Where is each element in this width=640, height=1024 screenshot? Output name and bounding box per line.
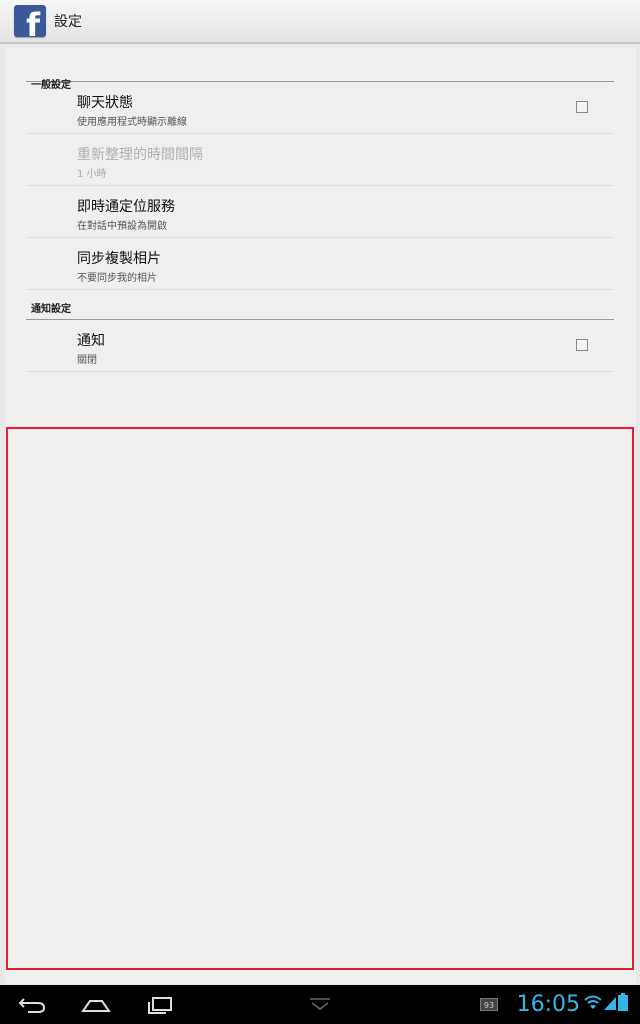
pref-title: 聊天狀態 [77, 95, 133, 111]
chat-status-checkbox[interactable] [576, 101, 588, 113]
pref-summary: 關閉 [77, 355, 97, 366]
pref-title: 通知 [77, 333, 105, 349]
pref-notifications[interactable]: 通知 關閉 [26, 320, 614, 372]
pref-title: 同步複製相片 [77, 251, 161, 267]
category-general: 一般設定 [26, 48, 614, 91]
pref-title: 重新整理的時間間隔 [77, 147, 203, 163]
pref-photo-sync[interactable]: 同步複製相片 不要同步我的相片 [26, 238, 614, 290]
pref-summary: 使用應用程式時顯示離線 [77, 117, 187, 128]
pref-chat-status[interactable]: 聊天狀態 使用應用程式時顯示離線 [26, 82, 614, 134]
pref-summary: 不要同步我的相片 [77, 273, 157, 284]
clock[interactable]: 16:05 [517, 992, 580, 1017]
battery-icon [618, 993, 628, 1011]
recent-apps-icon[interactable] [144, 993, 176, 1015]
facebook-logo-icon[interactable]: f [14, 5, 46, 37]
page-title: 設定 [54, 14, 82, 30]
pref-summary: 在對話中預設為開啟 [77, 221, 167, 232]
preference-list: 一般設定 聊天狀態 使用應用程式時顯示離線 重新整理的時間間隔 1 小時 即時通… [26, 48, 614, 372]
home-icon[interactable] [80, 993, 112, 1015]
category-notifications: 通知設定 [26, 290, 614, 320]
pref-summary: 1 小時 [77, 169, 107, 180]
action-bar: f 設定 [0, 0, 640, 44]
highlight-box [6, 427, 634, 970]
pref-refresh-interval: 重新整理的時間間隔 1 小時 [26, 134, 614, 186]
signal-icon [604, 997, 616, 1010]
pref-location-services[interactable]: 即時通定位服務 在對話中預設為開啟 [26, 186, 614, 238]
pref-title: 即時通定位服務 [77, 199, 175, 215]
system-nav-bar: 93 16:05 [0, 985, 640, 1024]
notifications-checkbox[interactable] [576, 339, 588, 351]
category-label: 通知設定 [31, 304, 71, 315]
logo-letter: f [26, 6, 40, 37]
wifi-icon [584, 995, 602, 1009]
hide-keyboard-icon[interactable] [306, 993, 334, 1015]
back-icon[interactable] [16, 993, 48, 1015]
notification-badge[interactable]: 93 [480, 998, 498, 1011]
